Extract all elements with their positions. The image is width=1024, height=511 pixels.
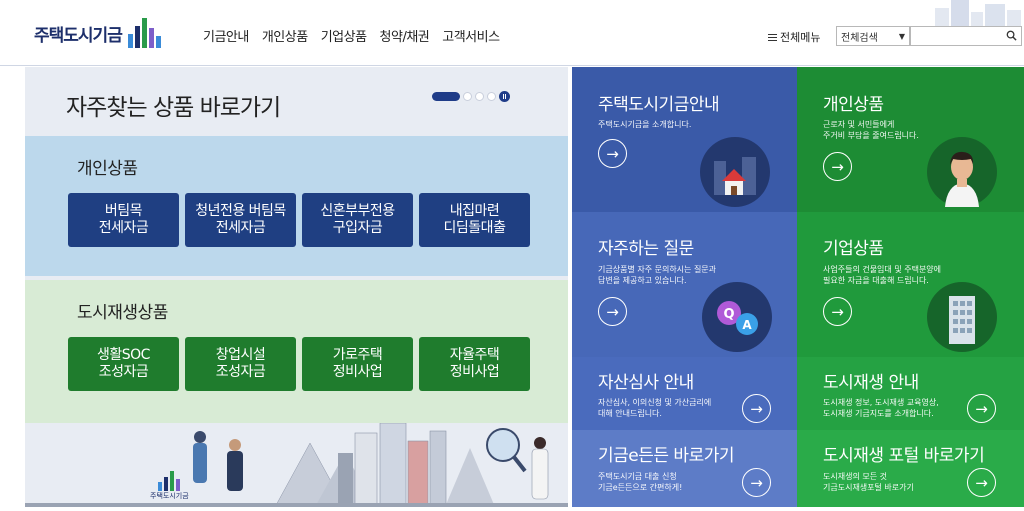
header-decoration	[925, 0, 1024, 26]
tile-title: 기금e든든 바로가기	[598, 446, 734, 466]
tile-description: 도시재생 정보, 도시재생 교육영상, 도시재생 기금지도를 소개합니다.	[823, 398, 939, 419]
city-illustration-graphic	[25, 422, 568, 508]
tile-title: 자주하는 질문	[598, 239, 694, 259]
personal-products-section: 개인상품 버팀목 전세자금 청년전용 버팀목 전세자금 신혼부부전용 구입자금 …	[25, 136, 568, 276]
tile-business-products[interactable]: 기업상품 사업주들의 건물임대 및 주택분양에 필요한 자금을 대출해 드립니다…	[797, 212, 1024, 357]
person-icon	[927, 137, 997, 207]
product-button-soc[interactable]: 생활SOC 조성자금	[68, 337, 179, 391]
svg-text:A: A	[742, 318, 752, 332]
carousel-dot[interactable]	[487, 92, 496, 101]
all-menu-button[interactable]: 전체메뉴	[768, 29, 820, 45]
search-icon[interactable]	[1006, 30, 1017, 41]
tile-title: 도시재생 포털 바로가기	[823, 446, 985, 466]
arrow-right-icon[interactable]: →	[598, 297, 627, 326]
search-input[interactable]	[910, 26, 1022, 46]
tile-urban-regeneration[interactable]: 도시재생 안내 도시재생 정보, 도시재생 교육영상, 도시재생 기금지도를 소…	[797, 357, 1024, 430]
nav-item-subscription[interactable]: 청약/채권	[380, 26, 430, 45]
nav-item-fund-info[interactable]: 기금안내	[203, 26, 249, 45]
city-illustration: 주택도시기금	[25, 422, 568, 508]
office-building-icon	[927, 282, 997, 352]
arrow-right-icon[interactable]: →	[967, 394, 996, 423]
arrow-right-icon[interactable]: →	[742, 468, 771, 497]
tile-title: 주택도시기금안내	[598, 95, 720, 115]
urban-section-title: 도시재생상품	[77, 303, 168, 323]
tile-description: 자산심사, 이의신청 및 가산금리에 대해 안내드립니다.	[598, 398, 712, 419]
carousel-dot[interactable]	[463, 92, 472, 101]
tile-edeundeun[interactable]: 기금e든든 바로가기 주택도시기금 대출 신청 기금e든든으로 간편하게! →	[572, 430, 797, 507]
all-menu-label: 전체메뉴	[780, 31, 821, 44]
tile-title: 기업상품	[823, 239, 884, 259]
carousel-dot[interactable]	[475, 92, 484, 101]
quick-products-title: 자주찾는 상품 바로가기	[66, 95, 281, 121]
tile-asset-review[interactable]: 자산심사 안내 자산심사, 이의신청 및 가산금리에 대해 안내드립니다. →	[572, 357, 797, 430]
hamburger-icon	[768, 33, 777, 41]
product-button-butimok[interactable]: 버팀목 전세자금	[68, 193, 179, 247]
house-icon	[700, 137, 770, 207]
tile-fund-info[interactable]: 주택도시기금안내 주택도시기금을 소개합니다. →	[572, 67, 797, 212]
tile-description: 기금상품별 자주 문의하시는 질문과 답변을 제공하고 있습니다.	[598, 265, 717, 286]
tile-title: 자산심사 안내	[598, 373, 694, 393]
tile-faq[interactable]: 자주하는 질문 기금상품별 자주 문의하시는 질문과 답변을 제공하고 있습니다…	[572, 212, 797, 357]
arrow-right-icon[interactable]: →	[742, 394, 771, 423]
product-button-street-housing[interactable]: 가로주택 정비사업	[302, 337, 413, 391]
search-scope-select[interactable]: 전체검색 ▼	[836, 26, 910, 46]
carousel-dot-active[interactable]	[432, 92, 460, 101]
quick-products-panel: 자주찾는 상품 바로가기 개인상품 버팀목 전세자금 청년전용 버팀목 전세자금…	[25, 67, 568, 508]
arrow-right-icon[interactable]: →	[598, 139, 627, 168]
illustration-logo: 주택도시기금	[150, 471, 189, 501]
arrow-right-icon[interactable]: →	[823, 297, 852, 326]
search-scope-value: 전체검색	[841, 32, 878, 44]
main-nav: 기금안내 개인상품 기업상품 청약/채권 고객서비스	[203, 26, 500, 45]
carousel-indicator	[432, 91, 510, 102]
nav-item-business[interactable]: 기업상품	[321, 26, 367, 45]
tile-description: 주택도시기금을 소개합니다.	[598, 120, 692, 129]
svg-text:Q: Q	[723, 307, 734, 322]
tile-description: 도시재생의 모든 것 기금도시재생포털 바로가기	[823, 472, 914, 493]
tile-urban-portal[interactable]: 도시재생 포털 바로가기 도시재생의 모든 것 기금도시재생포털 바로가기 →	[797, 430, 1024, 507]
pause-icon[interactable]	[499, 91, 510, 102]
tile-title: 도시재생 안내	[823, 373, 919, 393]
arrow-right-icon[interactable]: →	[967, 468, 996, 497]
product-button-autonomous-housing[interactable]: 자율주택 정비사업	[419, 337, 530, 391]
logo-mark-icon	[150, 471, 189, 491]
urban-products-section: 도시재생상품 생활SOC 조성자금 창업시설 조성자금 가로주택 정비사업 자율…	[25, 280, 568, 423]
product-button-startup[interactable]: 창업시설 조성자금	[185, 337, 296, 391]
chevron-down-icon: ▼	[898, 31, 905, 41]
product-button-youth-butimok[interactable]: 청년전용 버팀목 전세자금	[185, 193, 296, 247]
site-logo[interactable]: 주택도시기금	[34, 18, 161, 48]
nav-item-customer[interactable]: 고객서비스	[442, 26, 500, 45]
tile-description: 사업주들의 건물임대 및 주택분양에 필요한 자금을 대출해 드립니다.	[823, 265, 942, 286]
qa-icon: Q A	[702, 282, 772, 352]
product-button-newlywed[interactable]: 신혼부부전용 구입자금	[302, 193, 413, 247]
tile-title: 개인상품	[823, 95, 884, 115]
tile-description: 근로자 및 서민들에게 주거비 부담을 줄여드립니다.	[823, 120, 919, 141]
tile-personal-products[interactable]: 개인상품 근로자 및 서민들에게 주거비 부담을 줄여드립니다. →	[797, 67, 1024, 212]
nav-item-personal[interactable]: 개인상품	[262, 26, 308, 45]
logo-mark-icon	[127, 18, 161, 48]
arrow-right-icon[interactable]: →	[823, 152, 852, 181]
site-header: 주택도시기금 기금안내 개인상품 기업상품 청약/채권 고객서비스 전체메뉴 전…	[0, 0, 1024, 66]
tile-description: 주택도시기금 대출 신청 기금e든든으로 간편하게!	[598, 472, 683, 493]
personal-section-title: 개인상품	[77, 159, 138, 179]
product-button-didimdol[interactable]: 내집마련 디딤돌대출	[419, 193, 530, 247]
logo-text: 주택도시기금	[34, 25, 123, 46]
